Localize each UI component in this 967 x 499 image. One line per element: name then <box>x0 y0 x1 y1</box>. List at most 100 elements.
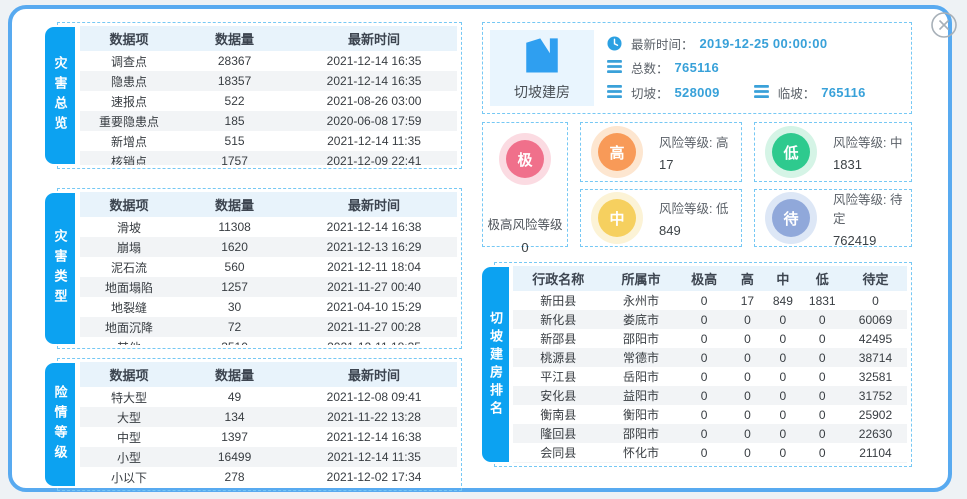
table-cell: 安化县 <box>513 386 604 405</box>
table-cell: 31752 <box>844 386 907 405</box>
table-cell: 16499 <box>178 447 291 467</box>
table-cell: 大型 <box>80 407 178 427</box>
column-header: 行政名称 <box>513 266 604 291</box>
table-row: 崩塌16202021-12-13 16:29 <box>80 237 457 257</box>
table-row: 小型164992021-12-14 11:35 <box>80 447 457 467</box>
table-cell: 18357 <box>178 71 291 91</box>
column-header: 最新时间 <box>291 26 457 51</box>
table-cell: 0 <box>801 348 844 367</box>
table-cell: 2021-12-08 09:41 <box>291 387 457 407</box>
clock-icon <box>607 36 622 51</box>
column-header: 数据量 <box>178 192 291 217</box>
table-cell: 0 <box>765 386 800 405</box>
close-button[interactable] <box>930 11 958 39</box>
slope-counts-row: 切坡： 528009 临坡： 765116 <box>607 83 903 102</box>
table-cell: 522 <box>178 91 291 111</box>
table-cell: 益阳市 <box>604 386 679 405</box>
slope-house-ranking-table: 行政名称所属市极高高中低待定 新田县永州市01784918310新化县娄底市00… <box>513 266 907 463</box>
list-icon <box>754 85 769 100</box>
table-cell: 0 <box>765 367 800 386</box>
table-row: 新邵县邵阳市000042495 <box>513 329 907 348</box>
risk-label: 风险等级: 中 <box>833 132 902 151</box>
table-row: 其他35102021-12-11 18:35 <box>80 337 457 345</box>
table-cell: 560 <box>178 257 291 277</box>
table-cell: 邵阳市 <box>604 329 679 348</box>
high-badge: 高 <box>598 133 636 171</box>
table-cell: 新田县 <box>513 291 604 310</box>
table-cell: 娄底市 <box>604 310 679 329</box>
table-cell: 0 <box>765 310 800 329</box>
risk-label: 极高风险等级 <box>487 214 562 233</box>
table-cell: 衡阳市 <box>604 405 679 424</box>
table-cell: 72 <box>178 317 291 337</box>
table-row: 平江县岳阳市000032581 <box>513 367 907 386</box>
table-row: 新田县永州市01784918310 <box>513 291 907 310</box>
low-badge: 低 <box>772 133 810 171</box>
table-cell: 其他 <box>80 337 178 345</box>
risk-card-medium: 中 风险等级: 低 849 <box>580 189 742 247</box>
table-cell: 17665 <box>844 462 907 463</box>
table-cell: 2021-12-14 16:35 <box>291 51 457 71</box>
table-cell: 2021-12-11 18:04 <box>291 257 457 277</box>
slope-house-summary-panel: 切坡建房 最新时间： 2019-12-25 00:00:00 总数： 76511… <box>482 22 912 114</box>
near-slope-label: 临坡： <box>778 83 816 102</box>
table-cell: 0 <box>678 443 729 462</box>
table-cell: 中型 <box>80 427 178 447</box>
table-cell: 衡南县 <box>513 405 604 424</box>
table-cell: 新化县 <box>513 310 604 329</box>
table-cell: 滑坡 <box>80 217 178 237</box>
table-cell: 0 <box>765 424 800 443</box>
table-cell: 0 <box>765 462 800 463</box>
table-cell: 60069 <box>844 310 907 329</box>
disaster-type-panel: 灾害类型 数据项数据量最新时间 滑坡113082021-12-14 16:38崩… <box>45 188 462 349</box>
table-cell: 小以下 <box>80 467 178 487</box>
table-cell: 地裂缝 <box>80 297 178 317</box>
total-value: 765116 <box>675 60 719 75</box>
list-icon <box>607 85 622 100</box>
table-cell: 134 <box>178 407 291 427</box>
danger-level-table: 数据项数据量最新时间 特大型492021-12-08 09:41大型134202… <box>80 362 457 487</box>
cut-slope-icon <box>521 34 563 76</box>
table-row: 安化县益阳市000031752 <box>513 386 907 405</box>
table-row: 特大型492021-12-08 09:41 <box>80 387 457 407</box>
table-cell: 速报点 <box>80 91 178 111</box>
table-cell: 515 <box>178 131 291 151</box>
table-cell: 0 <box>801 310 844 329</box>
table-cell: 邵阳市 <box>604 424 679 443</box>
latest-time-label: 最新时间： <box>631 34 694 53</box>
table-cell: 0 <box>730 443 765 462</box>
table-cell: 0 <box>678 348 729 367</box>
table-cell: 849 <box>765 291 800 310</box>
total-row: 总数： 765116 <box>607 58 903 77</box>
table-cell: 泥石流 <box>80 257 178 277</box>
risk-label: 风险等级: 待定 <box>833 189 911 227</box>
risk-label: 风险等级: 高 <box>659 132 728 151</box>
table-cell: 小型 <box>80 447 178 467</box>
medium-badge: 中 <box>598 199 636 237</box>
table-cell: 2020-06-08 17:59 <box>291 111 457 131</box>
list-icon <box>607 60 622 75</box>
risk-value: 849 <box>659 223 728 238</box>
table-cell: 0 <box>730 348 765 367</box>
table-cell: 0 <box>678 405 729 424</box>
table-row: 大型1342021-11-22 13:28 <box>80 407 457 427</box>
table-cell: 2021-12-11 18:35 <box>291 337 457 345</box>
table-cell: 2021-12-09 22:41 <box>291 151 457 165</box>
table-cell: 隐患点 <box>80 71 178 91</box>
table-cell: 0 <box>678 291 729 310</box>
table-row: 小以下2782021-12-02 17:34 <box>80 467 457 487</box>
table-cell: 2021-11-27 00:28 <box>291 317 457 337</box>
latest-time-value: 2019-12-25 00:00:00 <box>700 36 828 51</box>
table-cell: 0 <box>765 405 800 424</box>
table-cell: 3510 <box>178 337 291 345</box>
table-cell: 25902 <box>844 405 907 424</box>
risk-value: 17 <box>659 157 728 172</box>
table-row: 地裂缝302021-04-10 15:29 <box>80 297 457 317</box>
pending-badge: 待 <box>772 199 810 237</box>
table-cell: 0 <box>730 405 765 424</box>
table-cell: 2021-04-10 15:29 <box>291 297 457 317</box>
table-cell: 17 <box>730 291 765 310</box>
close-icon <box>930 11 958 39</box>
table-cell: 278 <box>178 467 291 487</box>
table-cell: 崩塌 <box>80 237 178 257</box>
